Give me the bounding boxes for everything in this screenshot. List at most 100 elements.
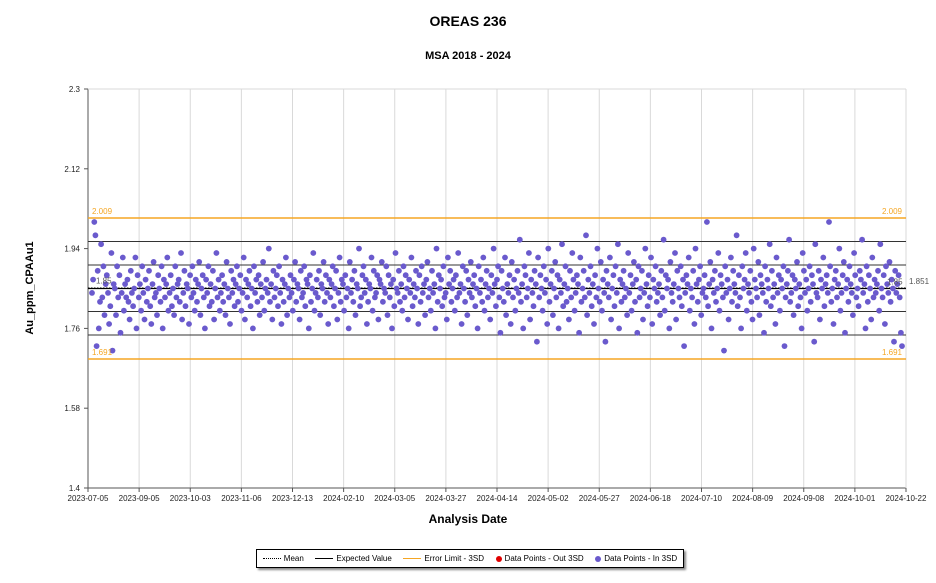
data-point-in-3sd [341,307,347,314]
data-point-in-3sd [596,298,603,305]
data-point-in-3sd [722,263,729,270]
data-point-in-3sd [754,294,760,301]
data-point-in-3sd [506,272,513,279]
data-point-in-3sd [94,267,101,274]
data-point-in-3sd [350,298,357,305]
data-point-in-3sd [219,272,226,279]
data-point-in-3sd [113,312,119,318]
data-point-in-3sd [442,290,449,296]
data-point-in-3sd [520,325,527,332]
data-point-in-3sd [511,276,517,283]
data-point-in-3sd [494,276,500,283]
data-point-in-3sd [786,236,792,243]
data-point-in-3sd [319,285,326,292]
data-point-in-3sd [788,290,795,296]
data-point-in-3sd [477,290,483,296]
legend-label: Mean [283,554,304,563]
data-point-in-3sd [568,294,575,301]
data-point-in-3sd [422,312,428,318]
data-point-in-3sd [384,312,391,318]
data-point-in-3sd [461,285,467,292]
data-point-in-3sd [737,294,743,301]
data-point-in-3sd [327,294,334,301]
data-point-in-3sd [736,272,742,279]
data-point-in-3sd [725,316,732,323]
data-point-in-3sd [669,298,676,305]
data-point-in-3sd [343,294,350,301]
data-point-in-3sd [493,303,499,310]
data-point-in-3sd [753,285,759,292]
data-point-in-3sd [550,312,556,318]
x-tick-label: 2024-05-02 [528,494,569,503]
data-point-in-3sd [401,294,408,301]
data-point-in-3sd [496,294,503,301]
data-point-in-3sd [747,267,754,274]
data-point-in-3sd [863,263,870,270]
data-point-in-3sd [259,294,265,301]
x-tick-label: 2024-03-27 [425,494,466,503]
data-point-in-3sd [709,276,716,283]
data-point-in-3sd [656,281,662,287]
data-point-in-3sd [544,321,551,327]
data-point-in-3sd [415,321,422,327]
purple-dot-icon [595,555,602,562]
data-point-in-3sd [845,298,852,305]
data-point-in-3sd [176,298,183,305]
x-tick-label: 2024-09-08 [783,494,824,503]
data-point-in-3sd [701,272,708,279]
data-point-in-3sd [563,298,570,305]
data-point-in-3sd [645,272,652,279]
data-point-in-3sd [673,316,679,323]
data-point-in-3sd [689,294,695,301]
data-point-in-3sd [779,285,786,292]
data-point-in-3sd [631,259,637,265]
data-point-in-3sd [479,298,486,305]
data-point-in-3sd [822,281,829,287]
data-point-in-3sd [240,254,247,261]
data-point-in-3sd [685,254,692,261]
data-point-in-3sd [523,294,530,301]
data-point-in-3sd [348,290,354,296]
data-point-in-3sd [471,272,478,279]
data-point-in-3sd [572,290,579,296]
data-point-in-3sd [767,303,774,310]
data-point-in-3sd [301,263,308,270]
y-tick-label: 1.4 [69,484,81,493]
data-point-in-3sd [718,281,725,287]
data-point-in-3sd [774,290,781,296]
data-point-in-3sd [331,303,337,310]
data-point-in-3sd [677,263,684,270]
data-point-in-3sd [397,298,403,305]
data-point-in-3sd [155,272,162,279]
data-point-in-3sd [302,303,309,310]
data-point-in-3sd [794,259,800,265]
data-point-in-3sd [181,267,188,274]
data-point-in-3sd [211,316,218,323]
data-point-in-3sd [172,263,179,270]
data-point-in-3sd [571,307,578,314]
y-tick-label: 1.58 [64,404,80,413]
data-point-in-3sd [407,290,414,296]
data-point-in-3sd [675,285,682,292]
data-point-in-3sd [463,267,470,274]
data-point-in-3sd [178,250,184,256]
data-point-in-3sd [519,281,525,287]
data-point-in-3sd [346,259,353,265]
data-point-in-3sd [838,290,845,296]
data-point-in-3sd [456,290,463,296]
data-point-in-3sd [604,281,611,287]
data-point-in-3sd [739,263,746,270]
data-point-in-3sd [797,294,804,301]
data-point-in-3sd [229,290,236,296]
data-point-in-3sd [605,294,612,301]
data-point-in-3sd [690,267,697,274]
data-point-in-3sd [224,285,231,292]
data-point-in-3sd [462,298,468,305]
data-point-in-3sd [649,321,656,327]
data-point-in-3sd [269,316,276,323]
data-point-in-3sd [644,303,651,310]
data-point-in-3sd [678,303,685,310]
data-point-in-3sd [189,263,196,270]
lower-limit-label-right: 1.691 [882,348,903,357]
y-tick-label: 1.76 [64,324,80,333]
